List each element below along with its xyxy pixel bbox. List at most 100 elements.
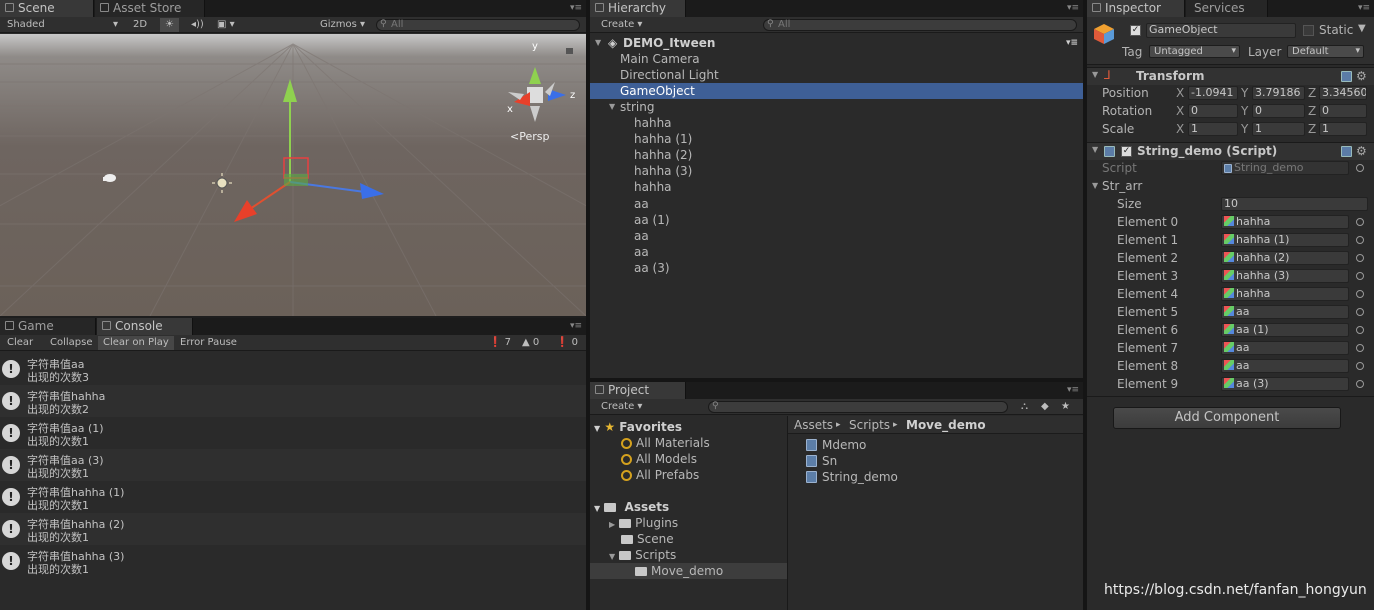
x-axis-arrow[interactable] (234, 200, 257, 222)
hierarchy-item[interactable]: Directional Light (590, 67, 1083, 83)
element-object-field[interactable]: aa (1221, 305, 1349, 319)
position-z-input[interactable]: 3.34560 (1319, 86, 1367, 100)
object-name-input[interactable]: GameObject (1146, 23, 1296, 38)
error-count-toggle[interactable]: ❗ 0 (551, 336, 583, 350)
expand-arrow-icon[interactable]: ▼ (1092, 70, 1098, 79)
panel-menu-icon[interactable]: ▾≡ (570, 3, 582, 13)
expand-arrow-icon[interactable]: ▼ (1092, 145, 1098, 154)
panel-menu-icon[interactable]: ▾≡ (1067, 385, 1079, 395)
folder-item[interactable]: ▼ Scripts (609, 547, 676, 563)
persp-label[interactable]: <Persp (510, 130, 549, 143)
hierarchy-search-input[interactable]: All (763, 19, 1077, 31)
expand-arrow-icon[interactable]: ▼ (594, 504, 600, 513)
tab-asset-store[interactable]: Asset Store (95, 0, 205, 17)
clear-button[interactable]: Clear (2, 336, 38, 350)
panel-menu-icon[interactable]: ▾≡ (1358, 3, 1370, 13)
error-pause-toggle[interactable]: Error Pause (175, 336, 242, 350)
scene-root[interactable]: ▼ ◈ DEMO_Itween ▾≡ (590, 35, 1083, 51)
filter-label-icon[interactable]: ◆ (1036, 400, 1054, 414)
log-entry[interactable]: ! 字符串值aa 出现的次数3 (0, 353, 586, 385)
orientation-gizmo[interactable] (508, 67, 566, 122)
hierarchy-item[interactable]: hahha (590, 115, 1083, 131)
object-picker-icon[interactable] (1356, 308, 1364, 316)
array-foldout[interactable]: ▼ Str_arr (1087, 177, 1374, 195)
favorite-item[interactable]: All Materials (621, 435, 710, 451)
element-object-field[interactable]: hahha (2) (1221, 251, 1349, 265)
create-dropdown[interactable]: Create ▾ (596, 400, 647, 414)
camera-icon[interactable] (103, 174, 116, 182)
expand-arrow-icon[interactable]: ▼ (1092, 177, 1098, 195)
favorite-star-icon[interactable]: ★ (1056, 400, 1075, 414)
project-split-divider[interactable] (787, 416, 788, 610)
audio-toggle-icon[interactable]: ◂)) (186, 18, 209, 32)
hierarchy-item[interactable]: ▼ string (590, 99, 1083, 115)
log-entry[interactable]: ! 字符串值aa (1) 出现的次数1 (0, 417, 586, 449)
element-object-field[interactable]: aa (3) (1221, 377, 1349, 391)
folder-item[interactable]: ▶ Plugins (609, 515, 678, 531)
log-entry[interactable]: ! 字符串值aa (3) 出现的次数1 (0, 449, 586, 481)
log-entry[interactable]: ! 字符串值hahha 出现的次数2 (0, 385, 586, 417)
breadcrumb-move-demo[interactable]: Move_demo (906, 417, 986, 433)
help-book-icon[interactable] (1341, 71, 1352, 82)
object-picker-icon[interactable] (1356, 290, 1364, 298)
object-picker-icon[interactable] (1356, 326, 1364, 334)
position-x-input[interactable]: -1.0941 (1188, 86, 1238, 100)
favorite-item[interactable]: All Prefabs (621, 467, 699, 483)
log-entry[interactable]: ! 字符串值hahha (2) 出现的次数1 (0, 513, 586, 545)
object-picker-icon[interactable] (1356, 380, 1364, 388)
move-gizmo[interactable] (234, 79, 384, 222)
hierarchy-item[interactable]: hahha (2) (590, 147, 1083, 163)
array-size-input[interactable]: 10 (1221, 197, 1368, 211)
element-object-field[interactable]: hahha (1221, 215, 1349, 229)
object-picker-icon[interactable] (1356, 236, 1364, 244)
scene-menu-icon[interactable]: ▾≡ (1066, 35, 1078, 51)
expand-arrow-icon[interactable]: ▼ (594, 424, 600, 433)
folder-item[interactable]: Scene (621, 531, 674, 547)
script-field[interactable]: String_demo (1221, 161, 1349, 175)
shading-mode-dropdown[interactable]: Shaded ▾ (2, 18, 120, 32)
scene-search-input[interactable]: All (376, 19, 580, 31)
script-component-header[interactable]: ▼ ✓ String_demo (Script) ⚙ (1087, 142, 1374, 160)
tab-game[interactable]: Game (0, 318, 96, 335)
scene-viewport[interactable]: y x z <Persp (0, 34, 586, 316)
chevron-down-icon[interactable]: ▼ (1358, 23, 1366, 34)
script-file[interactable]: Sn (806, 453, 837, 469)
log-entry[interactable]: ! 字符串值hahha (1) 出现的次数1 (0, 481, 586, 513)
object-picker-icon[interactable] (1356, 254, 1364, 262)
panel-menu-icon[interactable]: ▾≡ (1067, 3, 1079, 13)
component-enabled-checkbox[interactable]: ✓ (1121, 146, 1132, 157)
object-picker-icon[interactable] (1356, 362, 1364, 370)
script-file[interactable]: String_demo (806, 469, 898, 485)
gear-icon[interactable]: ⚙ (1356, 144, 1367, 158)
add-component-button[interactable]: Add Component (1113, 407, 1341, 429)
expand-arrow-icon[interactable]: ▼ (595, 35, 601, 51)
assets-header[interactable]: ▼ Assets (594, 499, 669, 515)
object-picker-icon[interactable] (1356, 272, 1364, 280)
gizmos-dropdown[interactable]: Gizmos ▾ (315, 18, 370, 32)
lighting-toggle-icon[interactable]: ☀ (160, 18, 179, 32)
element-object-field[interactable]: hahha (1) (1221, 233, 1349, 247)
favorite-item[interactable]: All Models (621, 451, 697, 467)
hierarchy-item[interactable]: hahha (1) (590, 131, 1083, 147)
scale-z-input[interactable]: 1 (1319, 122, 1367, 136)
tab-console[interactable]: Console (97, 318, 193, 335)
scale-y-input[interactable]: 1 (1252, 122, 1305, 136)
filter-type-icon[interactable]: ⛬ (1016, 400, 1033, 414)
tab-inspector[interactable]: Inspector (1087, 0, 1185, 17)
hierarchy-item[interactable]: hahha (590, 179, 1083, 195)
breadcrumb-assets[interactable]: Assets (794, 417, 833, 433)
xz-plane-handle[interactable] (284, 174, 308, 186)
hierarchy-item[interactable]: aa (590, 196, 1083, 212)
z-axis-arrow[interactable] (360, 183, 384, 199)
expand-arrow-icon[interactable]: ▼ (609, 552, 615, 561)
scale-x-input[interactable]: 1 (1188, 122, 1238, 136)
object-picker-icon[interactable] (1356, 164, 1364, 172)
static-checkbox[interactable] (1303, 25, 1314, 36)
element-object-field[interactable]: aa (1) (1221, 323, 1349, 337)
tab-scene[interactable]: Scene (0, 0, 94, 17)
folder-item-selected[interactable]: Move_demo (590, 563, 787, 579)
script-file[interactable]: Mdemo (806, 437, 866, 453)
lock-icon[interactable] (566, 48, 573, 54)
transform-header[interactable]: ▼ ⅃ Transform ⚙ (1087, 67, 1374, 85)
active-checkbox[interactable]: ✓ (1130, 25, 1141, 36)
